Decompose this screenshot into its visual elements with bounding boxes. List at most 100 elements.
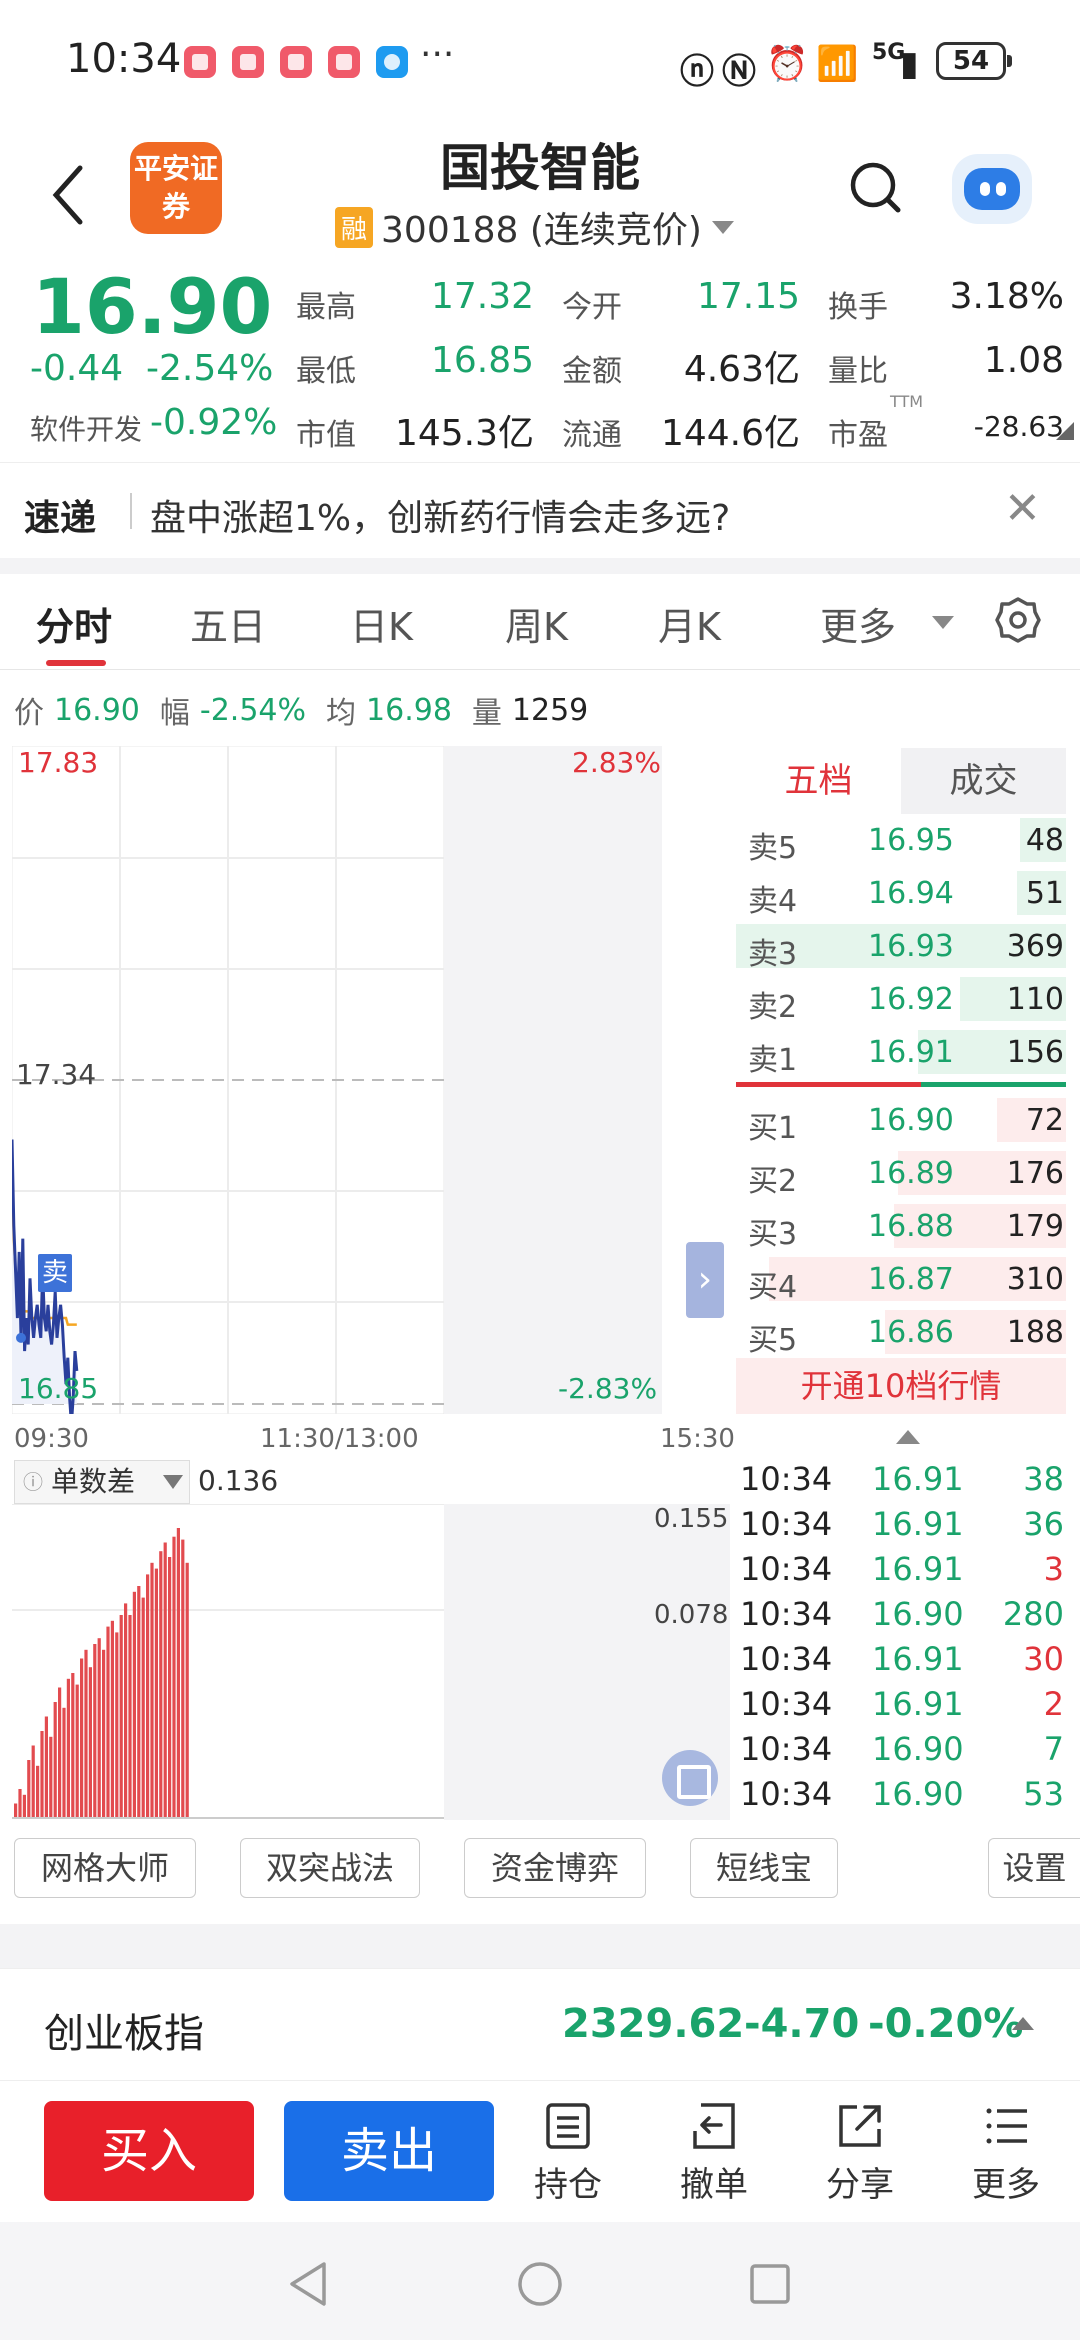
- bid-level-row[interactable]: 买4 16.87 310: [736, 1253, 1066, 1305]
- indicator-bar: [185, 1562, 189, 1818]
- tab-five-day[interactable]: 五日: [190, 596, 266, 651]
- indicator-select[interactable]: ⓘ 单数差: [14, 1460, 190, 1504]
- price-change-pct: -2.54%: [146, 348, 274, 389]
- trade-tick-row: 10:34 16.91 3: [736, 1546, 1066, 1591]
- sell-button[interactable]: 卖出: [284, 2101, 494, 2201]
- search-icon[interactable]: [848, 160, 902, 214]
- bid-level-row[interactable]: 买3 16.88 179: [736, 1200, 1066, 1252]
- bid-level-row[interactable]: 买1 16.90 72: [736, 1094, 1066, 1146]
- expand-corner-icon[interactable]: [1056, 422, 1074, 440]
- nav-recents-icon[interactable]: [748, 2262, 792, 2306]
- intraday-chart[interactable]: 17.83 17.34 16.85 2.83% -2.83% 卖: [12, 746, 662, 1414]
- quote-panel: 16.90 -0.44 -2.54% 软件开发 -0.92% 最高 17.32 …: [0, 262, 1080, 462]
- tick-volume: 280: [1002, 1595, 1064, 1633]
- indicator-bar: [22, 1794, 26, 1818]
- close-icon[interactable]: ✕: [1004, 483, 1041, 534]
- quote-field-value: 17.15: [696, 276, 800, 317]
- info-icon[interactable]: ⓘ: [23, 1461, 43, 1503]
- tab-monthly-k[interactable]: 月K: [658, 596, 721, 651]
- message-icon: [376, 46, 408, 78]
- tick-price: 16.90: [872, 1775, 964, 1813]
- tab-more[interactable]: 更多: [820, 596, 896, 651]
- notification-icon: [232, 46, 264, 78]
- ask-level-row[interactable]: 卖2 16.92 110: [736, 973, 1066, 1025]
- news-headline[interactable]: 盘中涨超1%，创新药行情会走多远?: [150, 489, 730, 541]
- status-time: 10:34: [66, 36, 182, 82]
- capital-game-button[interactable]: 资金博弈: [464, 1838, 646, 1898]
- tab-daily-k[interactable]: 日K: [350, 596, 413, 651]
- news-tag: 速递: [24, 498, 97, 539]
- bid-level-row[interactable]: 买5 16.86 188: [736, 1306, 1066, 1358]
- tab-weekly-k[interactable]: 周K: [505, 596, 568, 651]
- indicator-bar: [176, 1528, 180, 1818]
- holdings-icon: [546, 2103, 590, 2149]
- quote-field-label: 市值: [296, 418, 356, 453]
- nfc-icon: Ⓝ: [722, 52, 756, 92]
- more-button[interactable]: 更多: [956, 2101, 1056, 2206]
- indicator-chart-svg: [12, 1504, 730, 1820]
- indicator-bar: [71, 1673, 75, 1818]
- level-price: 16.89: [868, 1156, 954, 1191]
- avg-label: 均: [326, 696, 357, 731]
- level-price: 16.95: [868, 823, 954, 858]
- indicator-bar: [31, 1745, 35, 1818]
- assistant-robot-icon[interactable]: [952, 154, 1032, 224]
- sector-name[interactable]: 软件开发: [30, 408, 142, 448]
- tab-five-levels[interactable]: 五档: [736, 748, 901, 814]
- tick-time: 10:34: [740, 1550, 833, 1588]
- ask-level-row[interactable]: 卖1 16.91 156: [736, 1026, 1066, 1078]
- indicator-bar: [53, 1702, 57, 1818]
- quote-field-value: 145.3亿: [394, 413, 534, 454]
- level-volume: 72: [1025, 1103, 1064, 1138]
- level-label: 卖3: [748, 937, 798, 972]
- buy-button[interactable]: 买入: [44, 2101, 254, 2201]
- ask-level-row[interactable]: 卖3 16.93 369: [736, 920, 1066, 972]
- stock-code-selector[interactable]: 融 300188 (连续竞价): [335, 204, 734, 251]
- chevron-down-icon: [163, 1475, 183, 1489]
- system-nav-bar: [0, 2222, 1080, 2340]
- tick-price: 16.91: [872, 1550, 964, 1588]
- grid-master-button[interactable]: 网格大师: [14, 1838, 196, 1898]
- chevron-up-icon[interactable]: [896, 1430, 920, 1444]
- indicator-chart[interactable]: 0.155 0.078: [12, 1504, 732, 1820]
- holdings-button[interactable]: 持仓: [518, 2101, 618, 2206]
- indicator-name: 单数差: [51, 1465, 136, 1498]
- section-gap: [0, 1924, 1080, 1968]
- share-button[interactable]: 分享: [810, 2101, 910, 2206]
- level-volume: 110: [1006, 982, 1064, 1017]
- chevron-right-icon[interactable]: ›: [686, 1242, 724, 1318]
- level-label: 买1: [748, 1111, 798, 1146]
- gear-icon[interactable]: [994, 596, 1042, 644]
- index-bar[interactable]: 创业板指 2329.62 -4.70 -0.20%: [0, 1968, 1080, 2078]
- tick-volume: 53: [1023, 1775, 1064, 1813]
- news-ticker[interactable]: 速递 盘中涨超1%，创新药行情会走多远? ✕: [0, 462, 1080, 558]
- tick-price: 16.90: [872, 1595, 964, 1633]
- more-label: 更多: [972, 2165, 1040, 2205]
- tab-intraday[interactable]: 分时: [36, 596, 112, 651]
- double-break-button[interactable]: 双突战法: [240, 1838, 420, 1898]
- status-bar: 10:34 ··· ⓝ Ⓝ ⏰ 📶 5G ▮ 54: [0, 0, 1080, 120]
- upgrade-ten-levels-button[interactable]: 开通10档行情: [736, 1358, 1066, 1414]
- quote-field-value: 3.18%: [949, 276, 1064, 317]
- tab-trades[interactable]: 成交: [901, 748, 1066, 814]
- bid-level-row[interactable]: 买2 16.89 176: [736, 1147, 1066, 1199]
- settings-button[interactable]: 设置: [988, 1838, 1080, 1898]
- indicator-bar: [84, 1649, 88, 1818]
- quote-field-label: 换手: [828, 290, 888, 325]
- tick-time: 10:34: [740, 1595, 833, 1633]
- nav-back-icon[interactable]: [286, 2260, 330, 2308]
- cancel-order-button[interactable]: 撤单: [664, 2101, 764, 2206]
- ask-level-row[interactable]: 卖4 16.94 51: [736, 867, 1066, 919]
- indicator-bar: [27, 1760, 31, 1818]
- short-term-button[interactable]: 短线宝: [690, 1838, 838, 1898]
- level-label: 卖2: [748, 990, 798, 1025]
- nav-home-icon[interactable]: [516, 2260, 564, 2308]
- chevron-up-icon[interactable]: [1012, 2017, 1034, 2030]
- time-axis: 09:30 11:30/13:00 15:30: [14, 1424, 735, 1458]
- section-gap: [0, 558, 1080, 574]
- fullscreen-icon[interactable]: [662, 1750, 718, 1806]
- level-label: 买4: [748, 1270, 798, 1305]
- sell-marker[interactable]: 卖: [38, 1254, 72, 1292]
- ask-level-row[interactable]: 卖5 16.95 48: [736, 814, 1066, 866]
- tick-price: 16.91: [872, 1640, 964, 1678]
